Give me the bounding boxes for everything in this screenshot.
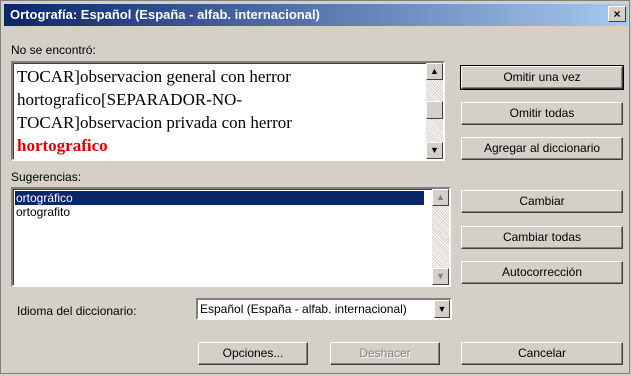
title-bar[interactable]: Ortografía: Español (España - alfab. int… <box>4 4 628 26</box>
ignore-once-button[interactable]: Omitir una vez <box>460 65 624 90</box>
not-found-textbox[interactable]: TOCAR]observacion general con herror hor… <box>11 61 445 161</box>
language-value: Español (España - alfab. internacional) <box>200 302 407 316</box>
dialog-title: Ortografía: Español (España - alfab. int… <box>10 7 320 22</box>
add-to-dictionary-button[interactable]: Agregar al diccionario <box>461 137 623 160</box>
suggestions-list[interactable]: ortográfico ortografito ▲ ▼ <box>11 187 451 287</box>
suggestion-item[interactable]: ortográfico <box>15 191 424 205</box>
not-found-line: hortografico[SEPARADOR-NO- <box>17 90 243 109</box>
change-button[interactable]: Cambiar <box>461 190 623 213</box>
change-all-button[interactable]: Cambiar todas <box>461 226 623 249</box>
scroll-thumb[interactable] <box>426 101 443 119</box>
not-found-scrollbar[interactable]: ▲ ▼ <box>426 63 443 159</box>
ignore-all-button[interactable]: Omitir todas <box>461 102 623 125</box>
options-button[interactable]: Opciones... <box>198 342 308 365</box>
chevron-down-icon[interactable]: ▼ <box>434 300 450 318</box>
language-label: Idioma del diccionario: <box>17 304 137 318</box>
autocorrect-button[interactable]: Autocorrección <box>461 261 623 284</box>
cancel-button[interactable]: Cancelar <box>461 342 623 365</box>
scroll-down-icon[interactable]: ▼ <box>426 142 443 159</box>
scroll-up-icon[interactable]: ▲ <box>426 63 443 80</box>
suggestions-scrollbar[interactable]: ▲ ▼ <box>432 189 449 285</box>
suggestions-label: Sugerencias: <box>11 170 82 184</box>
not-found-label: No se encontró: <box>11 43 96 57</box>
spelling-dialog: Ortografía: Español (España - alfab. int… <box>0 0 630 374</box>
not-found-line: TOCAR]observacion privada con herror <box>17 113 292 132</box>
scroll-down-icon[interactable]: ▼ <box>432 268 449 285</box>
not-found-line: TOCAR]observacion general con herror <box>17 67 291 86</box>
misspelled-word: hortografico <box>17 136 108 155</box>
not-found-text[interactable]: TOCAR]observacion general con herror hor… <box>17 65 415 157</box>
suggestion-item[interactable]: ortografito <box>15 205 424 219</box>
close-button[interactable]: × <box>608 6 626 22</box>
language-select[interactable]: Español (España - alfab. internacional) … <box>196 298 452 320</box>
scroll-up-icon[interactable]: ▲ <box>432 189 449 206</box>
undo-button[interactable]: Deshacer <box>330 342 440 365</box>
